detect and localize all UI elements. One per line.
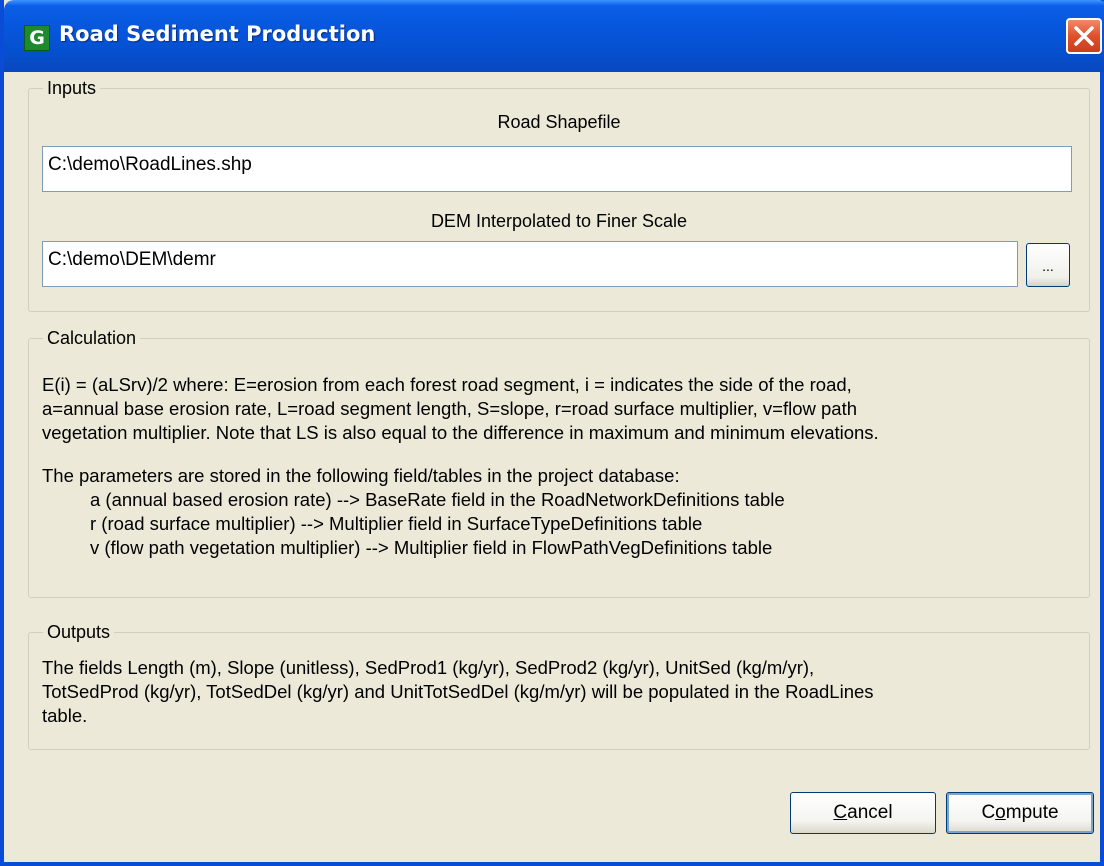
- formula-line-1: E(i) = (aLSrv)/2 where: E=erosion from e…: [42, 374, 852, 395]
- outputs-line-2: TotSedProd (kg/yr), TotSedDel (kg/yr) an…: [42, 681, 874, 702]
- formula-line-2: a=annual base erosion rate, L=road segme…: [42, 398, 858, 419]
- outputs-line-3: table.: [42, 705, 88, 726]
- cancel-button[interactable]: Cancel: [790, 792, 936, 834]
- compute-first: C: [981, 802, 996, 823]
- close-button[interactable]: [1066, 18, 1102, 54]
- compute-button[interactable]: Compute: [946, 792, 1094, 834]
- close-icon: [1074, 26, 1094, 46]
- window-title: Road Sediment Production: [59, 22, 376, 46]
- parameter-r: r (road surface multiplier) --> Multipli…: [90, 513, 703, 534]
- dem-input[interactable]: C:\demo\DEM\demr: [42, 241, 1018, 287]
- parameter-v: v (flow path vegetation multiplier) --> …: [90, 537, 773, 558]
- inputs-legend: Inputs: [47, 78, 97, 98]
- road-shapefile-label: Road Shapefile: [497, 112, 621, 132]
- compute-accel: o: [995, 802, 1006, 823]
- outputs-line-1: The fields Length (m), Slope (unitless),…: [42, 657, 815, 678]
- formula-line-3: vegetation multiplier. Note that LS is a…: [42, 422, 879, 443]
- road-shapefile-input[interactable]: C:\demo\RoadLines.shp: [42, 146, 1072, 192]
- title-bar[interactable]: G Road Sediment Production: [4, 0, 1104, 72]
- app-icon: G: [24, 25, 50, 51]
- browse-button[interactable]: ...: [1026, 243, 1070, 287]
- compute-label-rest: mpute: [1005, 802, 1059, 823]
- dialog-window: G Road Sediment Production Inputs Road S…: [0, 0, 1104, 866]
- outputs-legend: Outputs: [47, 622, 111, 642]
- cancel-accel: C: [833, 802, 848, 823]
- dem-label: DEM Interpolated to Finer Scale: [430, 211, 688, 231]
- parameters-intro: The parameters are stored in the followi…: [42, 465, 680, 486]
- cancel-label-rest: ancel: [847, 802, 893, 823]
- parameter-a: a (annual based erosion rate) --> BaseRa…: [90, 489, 785, 510]
- calculation-legend: Calculation: [47, 328, 137, 348]
